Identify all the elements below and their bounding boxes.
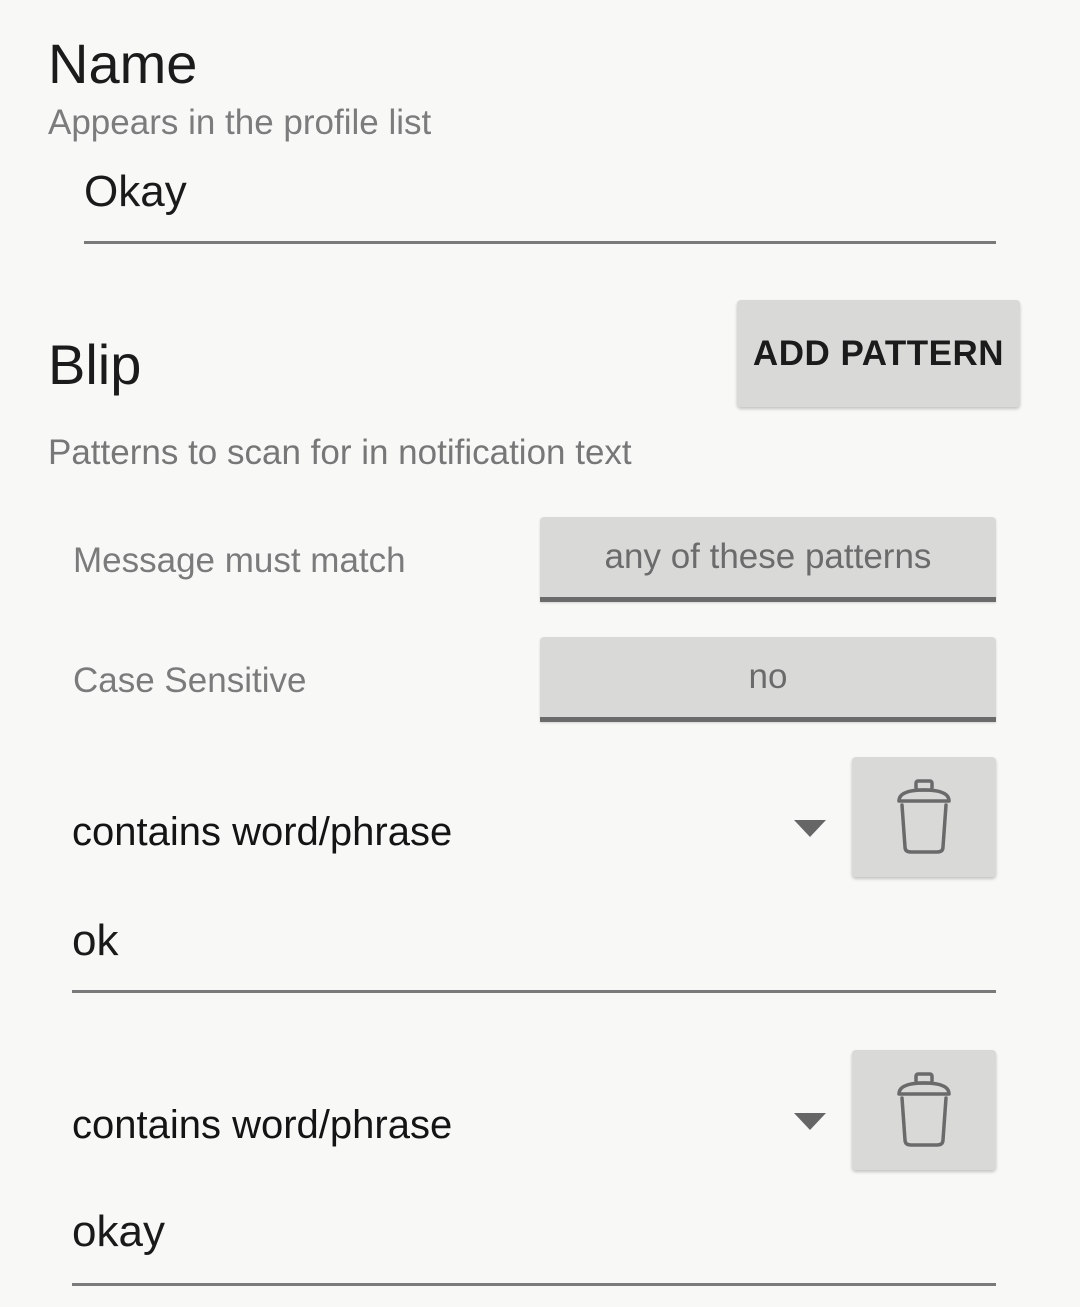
pattern-text-underline [72,990,996,993]
name-input[interactable]: Okay [84,160,996,244]
trash-icon [897,779,951,854]
match-mode-label: Message must match [73,541,406,580]
blip-section-title: Blip [48,333,142,396]
delete-pattern-button[interactable] [852,757,996,877]
pattern-type-spinner[interactable]: contains word/phrase [72,1083,832,1163]
match-mode-select[interactable]: any of these patterns [540,517,996,602]
case-sensitive-value: no [748,657,788,696]
blip-section-subtitle: Patterns to scan for in notification tex… [48,433,632,472]
name-section-title: Name [48,32,198,95]
add-pattern-button[interactable]: ADD PATTERN [737,300,1020,407]
dropdown-arrow-icon [794,820,826,837]
pattern-type-value: contains word/phrase [72,1103,453,1147]
pattern-type-value: contains word/phrase [72,810,453,854]
case-sensitive-select[interactable]: no [540,637,996,722]
pattern-text-input[interactable]: okay [72,1198,996,1286]
name-input-underline [84,241,996,244]
pattern-text-underline [72,1283,996,1286]
pattern-text-input[interactable]: ok [72,905,996,993]
add-pattern-button-label: ADD PATTERN [752,333,1005,373]
name-input-value: Okay [84,167,187,216]
match-mode-value: any of these patterns [604,537,932,576]
case-sensitive-label: Case Sensitive [73,661,307,700]
pattern-type-spinner[interactable]: contains word/phrase [72,790,832,870]
trash-icon [897,1072,951,1147]
name-section-subtitle: Appears in the profile list [48,103,432,142]
dropdown-arrow-icon [794,1113,826,1130]
pattern-text-value: ok [72,916,119,965]
delete-pattern-button[interactable] [852,1050,996,1170]
pattern-text-value: okay [72,1207,165,1256]
